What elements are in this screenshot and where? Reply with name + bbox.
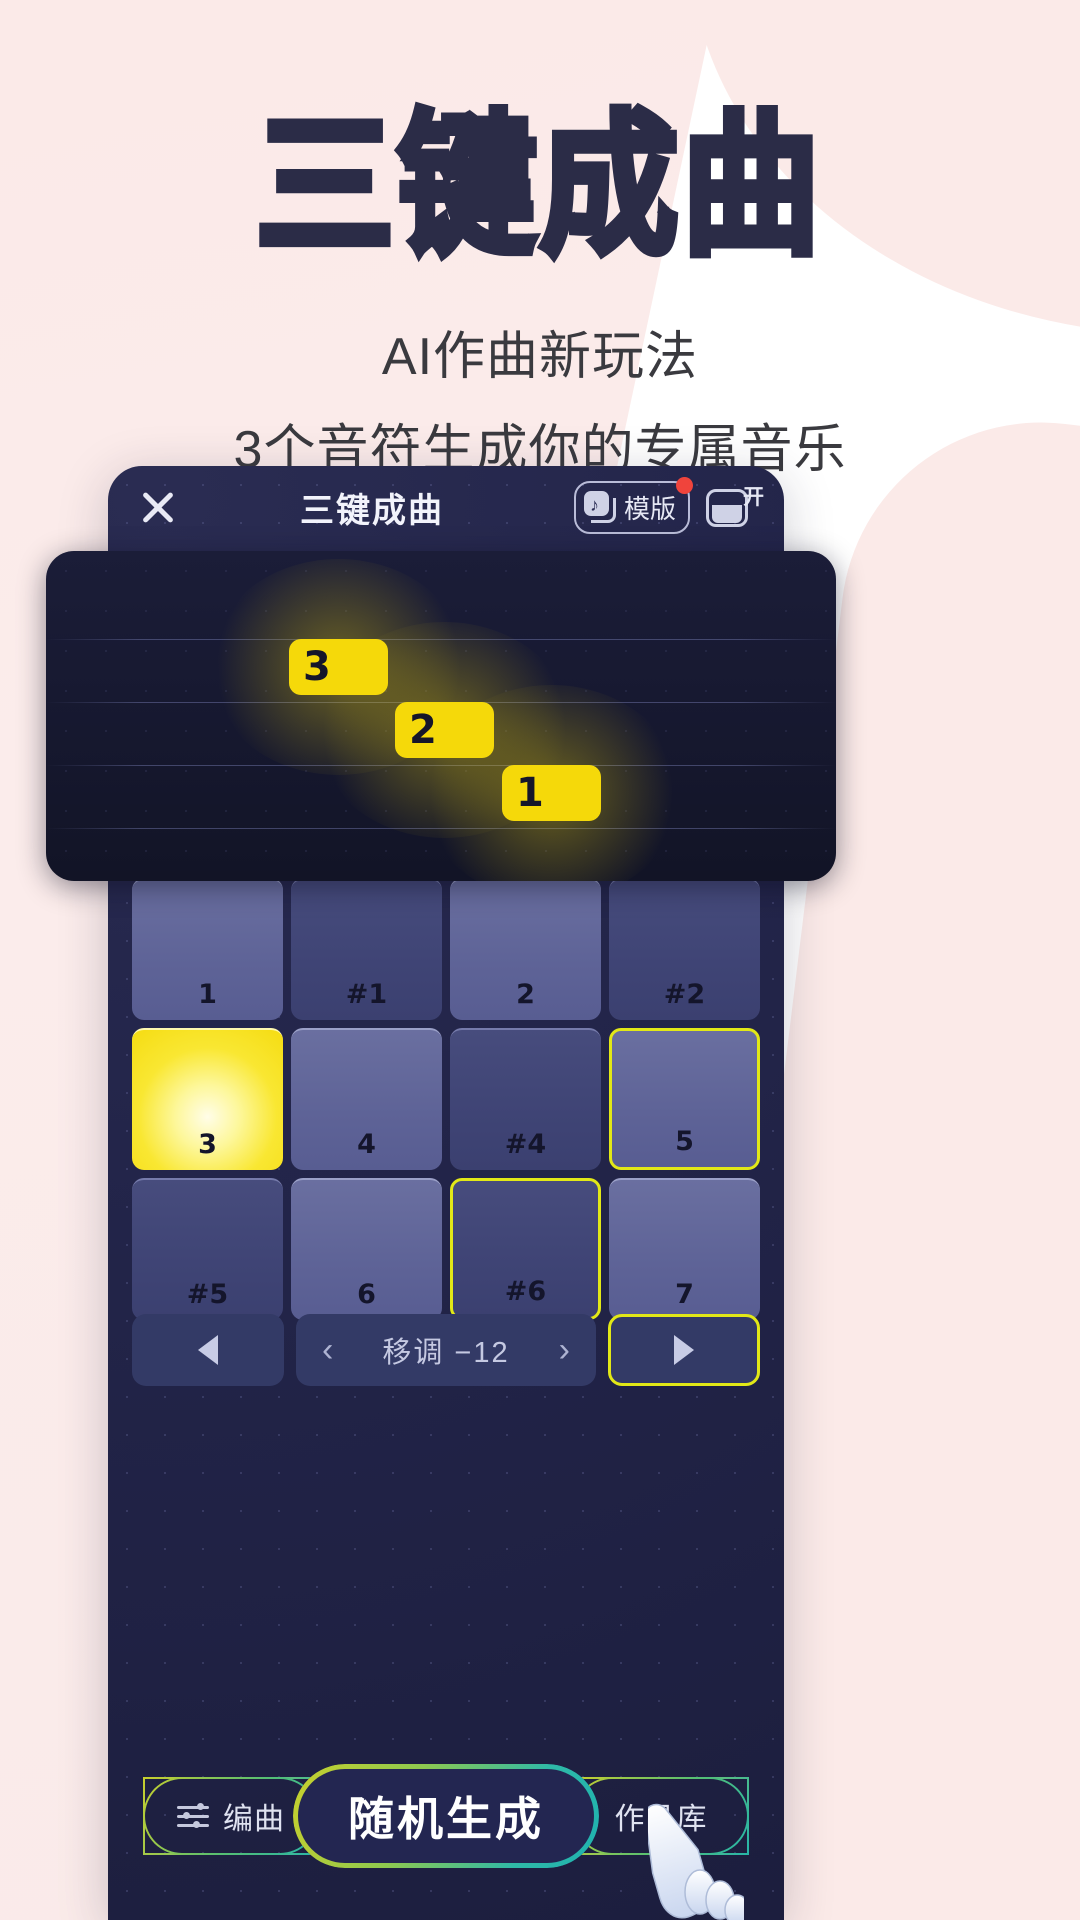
note-pad-label: 7	[675, 1279, 694, 1310]
note-pad-sharp2[interactable]: #2	[609, 878, 760, 1020]
triangle-right-icon	[674, 1335, 694, 1365]
note-pad-sharp4[interactable]: #4	[450, 1028, 601, 1170]
hero-subtitle-1: AI作曲新玩法	[381, 328, 699, 386]
note-pad-label: #6	[504, 1276, 547, 1307]
note-pad-label: 1	[198, 979, 217, 1010]
sliders-icon	[177, 1802, 211, 1830]
library-button-label: 作品库	[614, 1803, 708, 1836]
open-toggle-icon[interactable]: 开	[706, 483, 764, 531]
chevron-right-icon[interactable]: ›	[559, 1333, 570, 1367]
note-block-3[interactable]: 3	[289, 639, 388, 695]
music-note-icon: ♪	[583, 491, 616, 523]
note-pad-label: 5	[675, 1126, 694, 1157]
transpose-value: 移调 −12	[382, 1337, 510, 1369]
notification-badge	[676, 476, 693, 494]
transpose-stepper[interactable]: ‹ 移调 −12 ›	[296, 1314, 596, 1386]
app-header: 三键成曲 ♪ 模版 开	[108, 466, 784, 548]
note-roll-panel: 321	[46, 551, 836, 881]
template-button-label: 模版	[623, 493, 676, 524]
note-pad-sharp1[interactable]: #1	[291, 878, 442, 1020]
play-button[interactable]	[608, 1314, 760, 1386]
page-title: 三键成曲	[252, 96, 824, 277]
note-pad-7[interactable]: 7	[609, 1178, 760, 1320]
chevron-left-icon[interactable]: ‹	[322, 1333, 333, 1367]
note-pad-label: #2	[663, 979, 706, 1010]
note-pad-label: #1	[345, 979, 388, 1010]
note-pad-1[interactable]: 1	[132, 878, 283, 1020]
random-generate-label: 随机生成	[348, 1793, 544, 1845]
prev-step-button[interactable]	[132, 1314, 284, 1386]
note-block-1[interactable]: 1	[502, 765, 601, 821]
note-pad-label: #4	[504, 1129, 547, 1160]
note-pad-label: 3	[198, 1129, 217, 1160]
note-pad-sharp6[interactable]: #6	[450, 1178, 601, 1320]
note-pad-sharp5[interactable]: #5	[132, 1178, 283, 1320]
note-pad-label: 2	[516, 979, 535, 1010]
close-icon[interactable]	[136, 485, 180, 529]
transpose-bar: ‹ 移调 −12 ›	[132, 1314, 760, 1386]
header-actions: ♪ 模版 开	[573, 476, 764, 534]
triangle-left-icon	[198, 1335, 218, 1365]
note-pad-2[interactable]: 2	[450, 878, 601, 1020]
note-pad-label: #5	[186, 1279, 229, 1310]
note-pad-label: 6	[357, 1279, 376, 1310]
template-button[interactable]: ♪ 模版	[573, 476, 693, 534]
note-pad-grid: 1 #1 2 #2 3 4 #4 5 #5 6 #6 7	[132, 878, 760, 1320]
open-toggle-label: 开	[743, 486, 764, 509]
note-pad-label: 4	[357, 1129, 376, 1160]
arrange-button-label: 编曲	[223, 1803, 285, 1836]
note-pad-5[interactable]: 5	[609, 1028, 760, 1170]
app-title: 三键成曲	[299, 491, 444, 530]
random-generate-button[interactable]: 随机生成	[293, 1764, 599, 1868]
note-pad-6[interactable]: 6	[291, 1178, 442, 1320]
note-block-2[interactable]: 2	[395, 702, 494, 758]
note-pad-3[interactable]: 3	[132, 1028, 283, 1170]
library-button[interactable]: 作品库	[573, 1777, 749, 1855]
hero-section: 三键成曲 AI作曲新玩法 3个音符生成你的专属音乐	[0, 0, 1080, 482]
note-pad-4[interactable]: 4	[291, 1028, 442, 1170]
bottom-action-bar: 编曲 随机生成 作品库	[108, 1712, 784, 1920]
